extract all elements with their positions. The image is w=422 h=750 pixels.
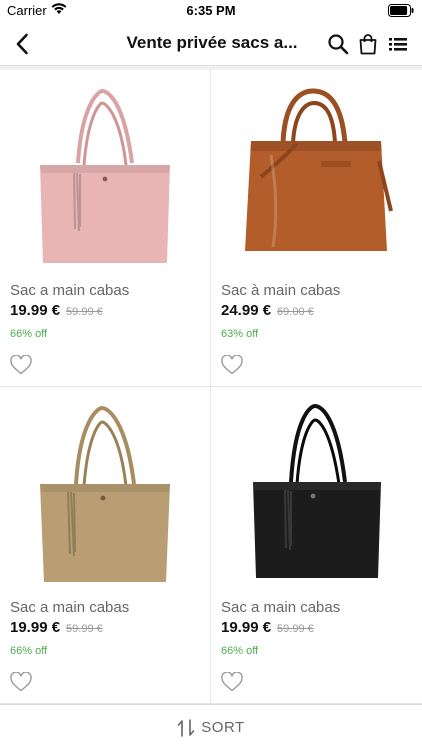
discount-label: 66% off: [10, 645, 48, 657]
product-image[interactable]: [10, 393, 200, 593]
status-bar: Carrier 6:35 PM: [0, 0, 422, 22]
heart-icon: [10, 672, 32, 692]
product-old-price: 69.00 €: [277, 306, 314, 318]
sort-label: SORT: [201, 719, 245, 736]
search-button[interactable]: [326, 31, 350, 57]
product-price: 24.99 €: [221, 302, 272, 319]
product-image[interactable]: [221, 393, 411, 593]
product-price: 19.99 €: [10, 302, 61, 319]
price-row: 19.99 € 59.99 €: [10, 619, 103, 636]
product-card[interactable]: Sac a main cabas 19.99 € 59.99 € 66% off: [0, 387, 211, 704]
product-price: 19.99 €: [221, 619, 272, 636]
heart-icon: [10, 355, 32, 375]
wishlist-button[interactable]: [9, 354, 33, 376]
product-name[interactable]: Sac a main cabas: [10, 282, 129, 299]
product-name[interactable]: Sac a main cabas: [10, 599, 129, 616]
product-price: 19.99 €: [10, 619, 61, 636]
heart-icon: [221, 355, 243, 375]
discount-label: 63% off: [221, 328, 259, 340]
page-title: Vente privée sacs a...: [126, 33, 298, 52]
product-card[interactable]: Sac a main cabas 19.99 € 59.99 € 66% off: [0, 70, 211, 387]
price-row: 24.99 € 69.00 €: [221, 302, 314, 319]
product-old-price: 59.99 €: [66, 623, 103, 635]
sort-arrows-icon: [177, 718, 195, 737]
chevron-left-icon: [16, 33, 28, 55]
product-name[interactable]: Sac a main cabas: [221, 599, 340, 616]
price-row: 19.99 € 59.99 €: [10, 302, 103, 319]
list-menu-icon: [389, 38, 407, 51]
status-time: 6:35 PM: [186, 3, 236, 18]
product-image[interactable]: [10, 76, 200, 276]
heart-icon: [221, 672, 243, 692]
battery-icon: [388, 4, 414, 20]
product-card[interactable]: Sac à main cabas 24.99 € 69.00 € 63% off: [211, 70, 422, 387]
sort-button[interactable]: SORT: [0, 704, 422, 750]
back-button[interactable]: [8, 30, 36, 58]
product-image[interactable]: [221, 76, 411, 276]
wishlist-button[interactable]: [9, 671, 33, 693]
discount-label: 66% off: [10, 328, 48, 340]
search-icon: [328, 34, 349, 55]
product-old-price: 59.99 €: [277, 623, 314, 635]
nav-bar: Vente privée sacs a...: [0, 22, 422, 66]
wishlist-button[interactable]: [220, 354, 244, 376]
shopping-bag-icon: [359, 34, 377, 55]
nav-actions: [326, 31, 410, 57]
price-row: 19.99 € 59.99 €: [221, 619, 314, 636]
product-name[interactable]: Sac à main cabas: [221, 282, 340, 299]
menu-button[interactable]: [386, 31, 410, 57]
wishlist-button[interactable]: [220, 671, 244, 693]
product-grid: Sac a main cabas 19.99 € 59.99 € 66% off…: [0, 70, 422, 704]
discount-label: 66% off: [221, 645, 259, 657]
product-card[interactable]: Sac a main cabas 19.99 € 59.99 € 66% off: [211, 387, 422, 704]
product-old-price: 59.99 €: [66, 306, 103, 318]
cart-button[interactable]: [356, 31, 380, 57]
